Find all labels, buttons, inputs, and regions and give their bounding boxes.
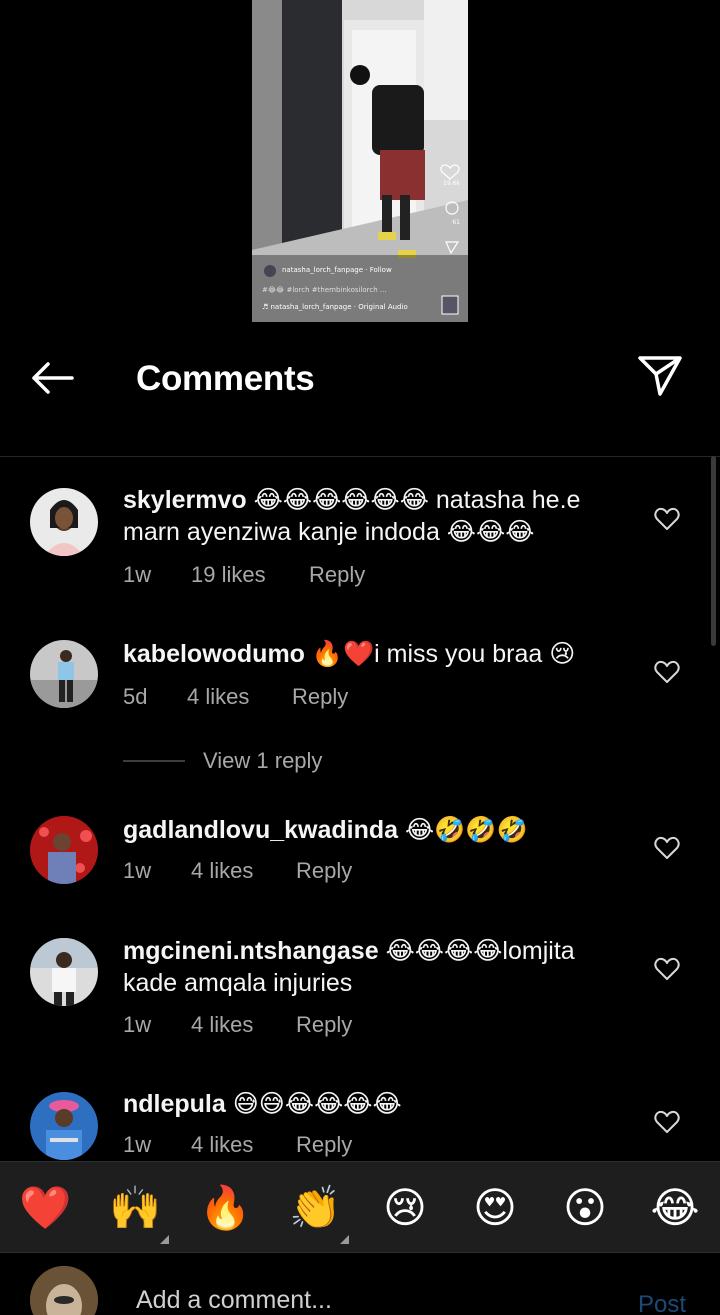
like-button[interactable] <box>654 507 680 531</box>
skin-tone-indicator <box>160 1235 169 1244</box>
replies-line <box>123 760 185 762</box>
arrow-left-icon <box>32 362 74 394</box>
comment-likes[interactable]: 4 likes <box>191 1132 253 1158</box>
emoji-heart-button[interactable]: ❤️ <box>19 1182 71 1234</box>
like-button[interactable] <box>654 836 680 860</box>
comment-username[interactable]: mgcineni.ntshangase <box>123 937 379 965</box>
comment-body: 😂🤣🤣🤣 <box>405 816 528 844</box>
comment-body: 🔥❤️i miss you braa 😢 <box>311 640 576 668</box>
raised-hands-icon: 🙌 <box>109 1183 162 1232</box>
comment-input[interactable] <box>136 1286 606 1315</box>
video-username: natasha_lorch_fanpage · Follow <box>282 266 392 274</box>
reply-button[interactable]: Reply <box>296 1012 352 1038</box>
comment-time: 1w <box>123 1012 152 1037</box>
paper-plane-icon <box>638 356 682 396</box>
comment-time: 1w <box>123 1132 152 1157</box>
heart-icon <box>654 836 680 859</box>
reply-button[interactable]: Reply <box>296 858 352 884</box>
emoji-crying-button[interactable]: 😢 <box>379 1182 431 1234</box>
video-likes-count: 19.6k <box>443 180 460 187</box>
avatar[interactable] <box>30 1092 98 1160</box>
comment-text: skylermvo 😂😂😂😂😂😂 natasha he.e marn ayenz… <box>123 484 633 548</box>
comment-username[interactable]: kabelowodumo <box>123 640 305 668</box>
video-hashtags: #😂😂 #lorch #thembinkosilorch ... <box>262 286 387 294</box>
back-button[interactable] <box>28 358 78 398</box>
skin-tone-indicator <box>340 1235 349 1244</box>
like-button[interactable] <box>654 660 680 684</box>
comment-likes[interactable]: 19 likes <box>191 562 266 588</box>
comment-time: 5d <box>123 684 148 709</box>
reply-button[interactable]: Reply <box>296 1132 352 1158</box>
heart-icon <box>654 660 680 683</box>
avatar[interactable] <box>30 816 98 884</box>
emoji-laughing-button[interactable]: 😂 <box>649 1182 701 1234</box>
comment-username[interactable]: skylermvo <box>123 486 247 514</box>
comment-likes[interactable]: 4 likes <box>187 684 249 710</box>
comment-time: 1w <box>123 858 152 883</box>
avatar[interactable] <box>30 640 98 708</box>
comment-likes[interactable]: 4 likes <box>191 1012 253 1038</box>
current-user-avatar <box>30 1266 98 1315</box>
emoji-reaction-bar: ❤️ 🙌 🔥 👏 😢 😍 😮 😂 <box>0 1161 720 1252</box>
like-button[interactable] <box>654 1110 680 1134</box>
emoji-heart-eyes-button[interactable]: 😍 <box>469 1182 521 1234</box>
like-button[interactable] <box>654 957 680 981</box>
video-thumbnail[interactable]: 19.6k 61 natasha_lorch_fanpage · Follow … <box>252 0 468 322</box>
post-button[interactable]: Post <box>638 1291 686 1315</box>
scrollbar[interactable] <box>711 456 716 646</box>
clapping-hands-icon: 👏 <box>289 1183 342 1232</box>
header-divider <box>0 456 720 457</box>
comment-text: mgcineni.ntshangase 😂😂😂😂lomjita kade amq… <box>123 935 633 999</box>
video-audio: ♬ natasha_lorch_fanpage · Original Audio <box>262 303 408 311</box>
comment-username[interactable]: ndlepula <box>123 1090 226 1118</box>
avatar[interactable] <box>30 488 98 556</box>
emoji-clapping-button[interactable]: 👏 <box>289 1182 349 1244</box>
comment-text: kabelowodumo 🔥❤️i miss you braa 😢 <box>123 638 633 670</box>
page-title: Comments <box>136 359 315 398</box>
view-replies-label: View 1 reply <box>203 748 323 773</box>
comment-text: ndlepula 😅😅😂😂😂😂 <box>123 1088 633 1120</box>
comment-text: gadlandlovu_kwadinda 😂🤣🤣🤣 <box>123 814 633 846</box>
comment-likes[interactable]: 4 likes <box>191 858 253 884</box>
comment-body: 😅😅😂😂😂😂 <box>232 1090 402 1118</box>
share-button[interactable] <box>636 354 684 398</box>
reply-button[interactable]: Reply <box>292 684 348 710</box>
avatar[interactable] <box>30 938 98 1006</box>
emoji-surprised-button[interactable]: 😮 <box>559 1182 611 1234</box>
video-comments-count: 61 <box>452 219 460 226</box>
view-replies-button[interactable]: View 1 reply <box>123 748 423 776</box>
emoji-fire-button[interactable]: 🔥 <box>199 1182 251 1234</box>
comment-time: 1w <box>123 562 152 587</box>
reply-button[interactable]: Reply <box>309 562 365 588</box>
heart-icon <box>654 507 680 530</box>
heart-icon <box>654 957 680 980</box>
comment-username[interactable]: gadlandlovu_kwadinda <box>123 816 398 844</box>
comment-input-bar: Post <box>0 1252 720 1315</box>
heart-icon <box>654 1110 680 1133</box>
emoji-raised-hands-button[interactable]: 🙌 <box>109 1182 169 1244</box>
comments-header: Comments <box>0 340 720 416</box>
